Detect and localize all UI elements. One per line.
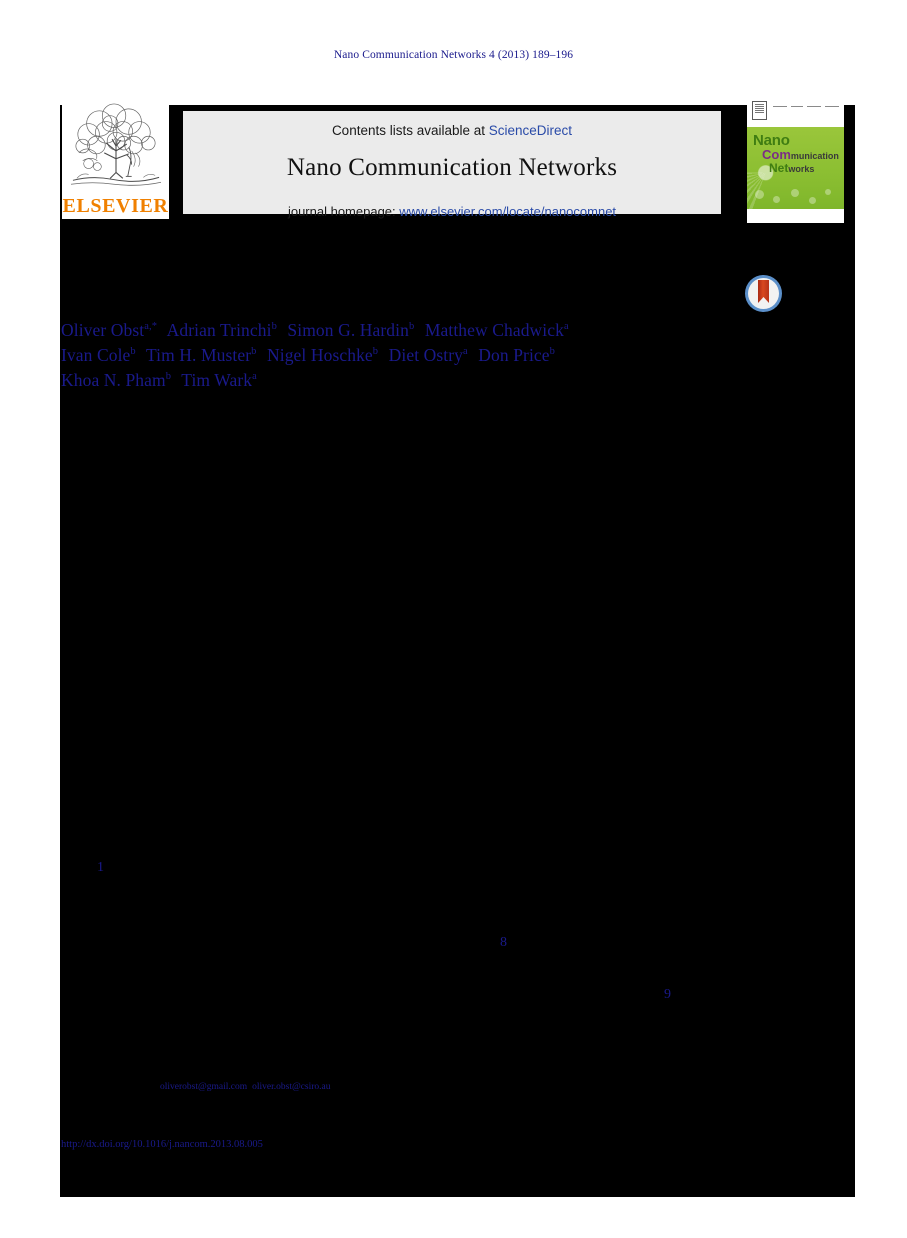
author-affiliation-marker: b: [165, 370, 172, 382]
author-name[interactable]: Diet Ostry: [389, 345, 463, 365]
page-sheet: [60, 105, 855, 1197]
crossmark-badge[interactable]: [745, 275, 782, 312]
author-name[interactable]: Tim Wark: [181, 369, 252, 389]
cover-dot: [791, 189, 799, 197]
author-name[interactable]: Simon G. Hardin: [287, 320, 409, 340]
author-affiliation-marker: a,*: [144, 321, 158, 332]
author-name[interactable]: Ivan Cole: [61, 345, 130, 365]
journal-homepage-prefix: journal homepage:: [287, 204, 400, 219]
author-affiliation-marker: b: [408, 321, 415, 332]
body-marker-1[interactable]: 1: [97, 860, 104, 876]
author-affiliation-marker: b: [372, 345, 379, 357]
cover-footer-strip: [747, 209, 844, 223]
cover-dot: [755, 190, 764, 199]
author-line: Oliver Obsta,* Adrian Trinchib Simon G. …: [61, 316, 761, 341]
author-line: Khoa N. Phamb Tim Warka: [61, 366, 761, 391]
cover-title-line-1: Nano: [753, 132, 790, 149]
journal-title: Nano Communication Networks: [286, 154, 618, 181]
journal-homepage-line: journal homepage: www.elsevier.com/locat…: [183, 204, 721, 219]
cover-works: works: [788, 163, 815, 174]
author-name[interactable]: Nigel Hoschke: [267, 345, 373, 365]
author-name[interactable]: Tim H. Muster: [146, 345, 251, 365]
author-name[interactable]: Oliver Obst: [61, 320, 144, 340]
author-list: Oliver Obsta,* Adrian Trinchib Simon G. …: [61, 316, 761, 390]
author-name[interactable]: Adrian Trinchi: [167, 320, 272, 340]
doi-link[interactable]: http://dx.doi.org/10.1016/j.nancom.2013.…: [61, 1139, 263, 1150]
cover-title-line-3: Networks: [769, 160, 839, 175]
author-name[interactable]: Don Price: [478, 345, 549, 365]
journal-homepage-link[interactable]: www.elsevier.com/locate/nanocomnet: [399, 204, 616, 219]
elsevier-tree-icon: [66, 102, 165, 194]
author-affiliation-marker: b: [130, 345, 136, 357]
author-affiliation-marker: a: [252, 370, 257, 382]
email-link-secondary[interactable]: oliver.obst@csiro.au: [252, 1082, 330, 1092]
email-link-primary[interactable]: oliverobst@gmail.com: [160, 1082, 247, 1092]
contents-lists-line: Contents lists available at ScienceDirec…: [183, 123, 721, 138]
cover-rule: [791, 106, 803, 107]
running-head: Nano Communication Networks 4 (2013) 189…: [333, 49, 574, 61]
cover-munication: munication: [790, 151, 839, 162]
cover-dot: [773, 196, 780, 203]
contents-lists-prefix: Contents lists available at: [331, 123, 489, 138]
author-affiliation-marker: a: [463, 345, 468, 357]
cover-artwork: Nano Communication Networks: [747, 127, 844, 209]
author-line: Ivan Coleb Tim H. Musterb Nigel Hoschkeb…: [61, 341, 761, 366]
elsevier-wordmark: ELSEVIER: [62, 195, 169, 217]
cover-rule: [807, 106, 821, 107]
contents-band: Contents lists available at ScienceDirec…: [183, 111, 721, 219]
author-name[interactable]: Matthew Chadwick: [425, 320, 564, 340]
sciencedirect-link[interactable]: ScienceDirect: [489, 123, 572, 138]
cover-publisher-icon: [752, 101, 767, 120]
cover-net: Net: [769, 160, 789, 175]
footnote-email-addresses: oliverobst@gmail.com oliver.obst@csiro.au: [160, 1082, 331, 1092]
author-affiliation-marker: b: [271, 321, 277, 332]
cover-dot: [809, 197, 816, 204]
author-affiliation-marker: b: [251, 345, 257, 357]
journal-cover-thumbnail: Nano Communication Networks: [747, 97, 844, 223]
author-name[interactable]: Khoa N. Pham: [61, 369, 166, 389]
cover-title-line-2: Communication: [762, 148, 839, 161]
cover-title: Nano Communication Networks: [753, 133, 839, 174]
cover-header-strip: [747, 97, 844, 127]
author-affiliation-marker: b: [549, 345, 556, 357]
elsevier-logo: ELSEVIER: [62, 100, 169, 219]
cover-dot: [825, 189, 831, 195]
cover-rule: [773, 106, 787, 107]
cover-rule: [825, 106, 839, 107]
body-marker-9[interactable]: 9: [664, 987, 671, 1003]
journal-masthead: ELSEVIER Contents lists available at Sci…: [60, 97, 855, 223]
body-marker-8[interactable]: 8: [500, 935, 507, 951]
author-affiliation-marker: a: [563, 321, 569, 332]
